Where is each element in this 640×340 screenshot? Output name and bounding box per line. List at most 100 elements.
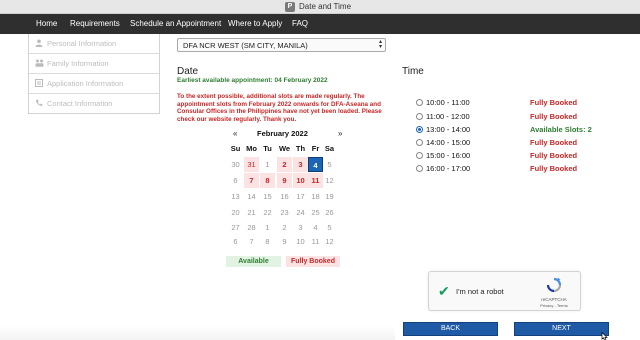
top-nav: Home Requirements Schedule an Appointmen… bbox=[0, 14, 640, 34]
calendar-day: 6 bbox=[233, 176, 238, 185]
sidebar-item-label: Application Information bbox=[47, 79, 124, 88]
calendar-day: 4 bbox=[313, 223, 318, 232]
calendar-day: 13 bbox=[231, 192, 240, 201]
calendar-day: 5 bbox=[327, 160, 332, 169]
calendar-day: 11 bbox=[308, 173, 323, 188]
time-slot-label: 15:00 - 16:00 bbox=[426, 151, 471, 160]
recaptcha-label: I'm not a robot bbox=[456, 287, 504, 296]
recaptcha-links[interactable]: Privacy - Terms bbox=[532, 303, 576, 308]
time-slot-status: Fully Booked bbox=[530, 112, 578, 121]
calendar-month-title: February 2022 bbox=[257, 129, 308, 138]
calendar-day: 2 bbox=[277, 157, 292, 172]
time-slot-radio[interactable] bbox=[416, 126, 423, 133]
calendar-day: 8 bbox=[260, 173, 275, 188]
calendar-day: 7 bbox=[249, 237, 254, 246]
time-slot[interactable]: 14:00 - 15:00 Fully Booked bbox=[416, 137, 606, 149]
calendar-day: 19 bbox=[325, 192, 334, 201]
prev-month-button[interactable]: « bbox=[233, 129, 237, 138]
time-slot-radio[interactable] bbox=[416, 165, 423, 172]
recaptcha-widget: ✔ I'm not a robot reCAPTCHA Privacy - Te… bbox=[428, 271, 581, 311]
nav-faq[interactable]: FAQ bbox=[292, 19, 308, 28]
calendar-day: 15 bbox=[263, 192, 272, 201]
nav-schedule-appointment[interactable]: Schedule an Appointment bbox=[130, 19, 221, 28]
sidebar-item-contact[interactable]: Contact Information bbox=[29, 94, 159, 114]
calendar-day: 18 bbox=[311, 192, 320, 201]
sidebar-item-label: Contact Information bbox=[47, 99, 113, 108]
calendar-day: 27 bbox=[231, 223, 240, 232]
time-slot-label: 13:00 - 14:00 bbox=[426, 125, 471, 134]
calendar-day: 26 bbox=[325, 208, 334, 217]
weekday-header: Th bbox=[295, 144, 306, 153]
calendar-day: 9 bbox=[282, 237, 287, 246]
user-icon bbox=[35, 39, 43, 47]
calendar-day: 3 bbox=[298, 223, 303, 232]
time-slot-radio[interactable] bbox=[416, 152, 423, 159]
next-month-button[interactable]: » bbox=[338, 129, 342, 138]
calendar-day: 25 bbox=[311, 208, 320, 217]
select-arrows-icon: ▴ ▾ bbox=[378, 39, 382, 50]
time-slot-label: 14:00 - 15:00 bbox=[426, 138, 471, 147]
calendar-day: 12 bbox=[325, 237, 334, 246]
weekday-header: Fr bbox=[311, 144, 320, 153]
nav-requirements[interactable]: Requirements bbox=[70, 19, 120, 28]
time-heading: Time bbox=[402, 66, 424, 77]
phone-icon bbox=[35, 99, 43, 107]
time-slot-status: Fully Booked bbox=[530, 138, 578, 147]
time-slot-label: 11:00 - 12:00 bbox=[426, 112, 470, 121]
time-slot[interactable]: 13:00 - 14:00 Available Slots: 2 bbox=[416, 124, 606, 136]
time-slot[interactable]: 16:00 - 17:00 Fully Booked bbox=[416, 163, 606, 175]
recaptcha-logo-icon bbox=[544, 277, 564, 293]
sidebar-item-personal[interactable]: Personal Information bbox=[29, 34, 159, 54]
back-button[interactable]: BACK bbox=[403, 322, 498, 336]
weekday-header: Sa bbox=[324, 144, 335, 153]
date-heading: Date bbox=[177, 66, 199, 77]
time-slot[interactable]: 15:00 - 16:00 Fully Booked bbox=[416, 150, 606, 162]
nav-where-to-apply[interactable]: Where to Apply bbox=[228, 19, 282, 28]
site-select[interactable]: DFA NCR WEST (SM CITY, MANILA) ▴ ▾ bbox=[177, 38, 386, 52]
app-icon: P bbox=[285, 2, 295, 12]
time-slot-label: 10:00 - 11:00 bbox=[426, 98, 470, 107]
calendar-day: 31 bbox=[244, 157, 259, 172]
calendar-day-selected[interactable]: 4 bbox=[308, 157, 323, 172]
checkmark-icon[interactable]: ✔ bbox=[438, 284, 450, 298]
calendar-day: 3 bbox=[293, 157, 308, 172]
weekday-header: We bbox=[278, 144, 291, 153]
earliest-appointment: Earliest available appointment: 04 Febru… bbox=[177, 77, 328, 84]
calendar-day: 9 bbox=[277, 173, 292, 188]
calendar-day: 1 bbox=[265, 160, 270, 169]
calendar-day: 6 bbox=[233, 237, 238, 246]
window-title: Date and Time bbox=[299, 2, 352, 11]
weekday-header: Tu bbox=[263, 144, 272, 153]
time-slot-status: Available Slots: 2 bbox=[530, 125, 592, 134]
time-slot[interactable]: 10:00 - 11:00 Fully Booked bbox=[416, 97, 606, 109]
next-button[interactable]: NEXT bbox=[514, 322, 609, 336]
time-slot[interactable]: 11:00 - 12:00 Fully Booked bbox=[416, 111, 606, 123]
calendar-day: 10 bbox=[293, 173, 308, 188]
notice-text: To the extent possible, additional slots… bbox=[177, 93, 382, 123]
recaptcha-brand: reCAPTCHA bbox=[541, 297, 567, 302]
calendar-day: 2 bbox=[282, 223, 287, 232]
time-slot-radio[interactable] bbox=[416, 113, 423, 120]
calendar-day: 24 bbox=[296, 208, 305, 217]
calendar-day: 8 bbox=[265, 237, 270, 246]
time-slot-label: 16:00 - 17:00 bbox=[426, 164, 471, 173]
calendar-day: 20 bbox=[231, 208, 240, 217]
sidebar-item-application[interactable]: Application Information bbox=[29, 74, 159, 94]
time-slot-radio[interactable] bbox=[416, 99, 423, 106]
calendar-day: 28 bbox=[247, 223, 256, 232]
calendar-day: 1 bbox=[265, 223, 270, 232]
time-slot-radio[interactable] bbox=[416, 139, 423, 146]
page-bottom-shade bbox=[0, 325, 395, 340]
calendar-day: 7 bbox=[244, 173, 259, 188]
legend-fully-booked: Fully Booked bbox=[286, 256, 340, 267]
nav-home[interactable]: Home bbox=[36, 19, 57, 28]
sidebar-item-family[interactable]: Family Information bbox=[29, 54, 159, 74]
calendar-day: 11 bbox=[311, 237, 320, 246]
weekday-header: Mo bbox=[246, 144, 257, 153]
calendar-day: 5 bbox=[327, 223, 332, 232]
calendar-day: 12 bbox=[325, 176, 334, 185]
calendar-day: 17 bbox=[296, 192, 305, 201]
calendar-day: 21 bbox=[247, 208, 256, 217]
list-icon bbox=[35, 79, 43, 87]
sidebar-item-label: Family Information bbox=[47, 59, 109, 68]
